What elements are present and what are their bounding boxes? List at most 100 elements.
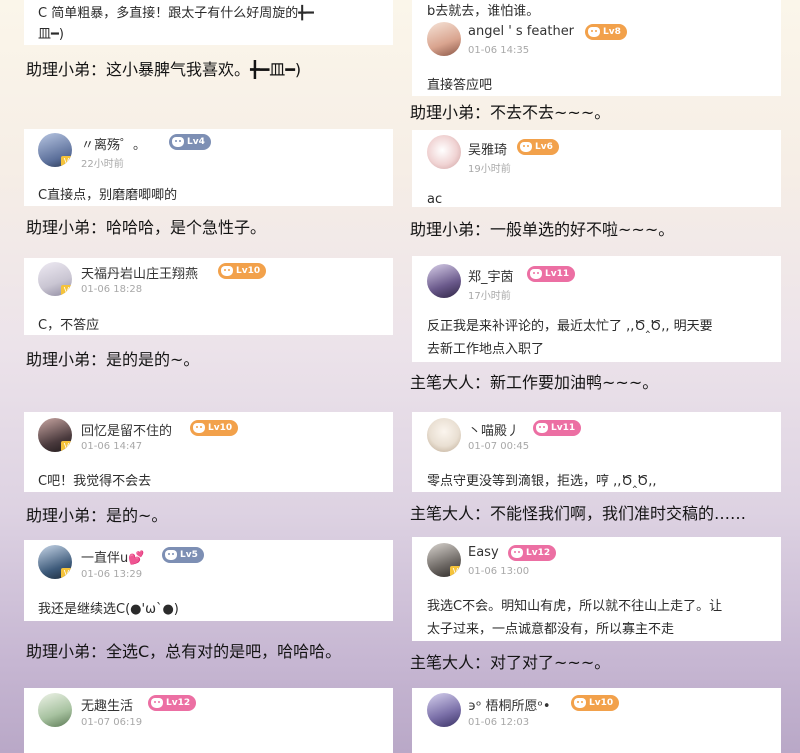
level-badge: Lv11 [533, 420, 582, 436]
avatar[interactable]: V [38, 262, 72, 296]
level-label: Lv4 [187, 137, 205, 147]
comment-card: 丶喵殿丿 Lv11 01-07 00:45 零点守更没等到滴银，拒选，哼 ,,Ծ… [412, 412, 781, 492]
comment-card-top-right: b去就去，谁怕谁。 angel ' s feather Lv8 01-06 14… [412, 0, 781, 96]
avatar[interactable]: V [38, 133, 72, 167]
verified-badge-icon: V [450, 566, 461, 577]
username[interactable]: 天福丹岩山庄王翔燕 [81, 263, 198, 282]
reply-text: 主笔大人：不能怪我们啊，我们准时交稿的…… [410, 504, 747, 523]
reply-text: 主笔大人：对了对了~~~。 [410, 653, 611, 672]
reply-text: 助理小弟：是的~。 [26, 506, 168, 525]
username[interactable]: 〃离殇゜。 [81, 134, 146, 153]
level-icon [574, 698, 586, 708]
level-badge: Lv12 [508, 545, 557, 561]
level-icon [172, 137, 184, 147]
level-badge: Lv5 [162, 547, 204, 563]
comment-time: 01-07 06:19 [81, 717, 143, 728]
username[interactable]: 一直伴u💕 [81, 547, 144, 566]
comment-card-top-left: C 简单粗暴，多直接！跟太子有什么好周旋的╋━ 皿━) [24, 0, 393, 45]
comment-card: 郑_宇茵 Lv11 17小时前 反正我是来补评论的，最近太忙了 ,,Ծ‸Ծ,, … [412, 256, 781, 362]
level-badge: Lv11 [527, 266, 576, 282]
username[interactable]: 郑_宇茵 [468, 266, 514, 285]
comment-text: 零点守更没等到滴银，拒选，哼 ,,Ծ‸Ծ,, [427, 474, 657, 489]
reply-text: 助理小弟：这小暴脾气我喜欢。╋━皿━) [26, 60, 302, 79]
level-label: Lv11 [551, 423, 576, 433]
comment-card: V 回忆是留不住的 Lv10 01-06 14:47 C吧！我觉得不会去 [24, 412, 393, 492]
username[interactable]: 无趣生活 [81, 695, 133, 714]
comment-time: 01-06 14:35 [468, 45, 530, 56]
verified-badge-icon: V [61, 441, 72, 452]
comment-text: ac [427, 192, 443, 207]
avatar[interactable] [427, 135, 461, 169]
avatar[interactable] [427, 418, 461, 452]
level-label: Lv11 [545, 269, 570, 279]
comment-text: C 简单粗暴，多直接！跟太子有什么好周旋的╋━ [38, 6, 314, 21]
comment-text: b去就去，谁怕谁。 [427, 4, 540, 19]
comment-text: C，不答应 [38, 318, 100, 333]
level-icon [588, 27, 600, 37]
comment-time: 01-06 14:47 [81, 441, 143, 452]
comment-time: 01-06 18:28 [81, 284, 143, 295]
comment-time: 01-06 13:29 [81, 569, 143, 580]
comment-text: C吧！我觉得不会去 [38, 474, 152, 489]
comment-time: 22小时前 [81, 159, 124, 170]
level-icon [520, 142, 532, 152]
level-label: Lv5 [180, 550, 198, 560]
reply-text: 助理小弟：一般单选的好不啦~~~。 [410, 220, 675, 239]
level-icon [165, 550, 177, 560]
avatar[interactable]: V [427, 543, 461, 577]
username[interactable]: Easy [468, 545, 499, 560]
comment-text: 直接答应吧 [427, 78, 493, 93]
level-label: Lv8 [603, 27, 621, 37]
reply-text: 助理小弟：不去不去~~~。 [410, 103, 611, 122]
avatar[interactable] [427, 264, 461, 298]
level-badge: Lv10 [218, 263, 267, 279]
username[interactable]: 回忆是留不住的 [81, 420, 172, 439]
level-badge: Lv4 [169, 134, 211, 150]
username[interactable]: 吴雅琦 [468, 139, 507, 158]
comment-card: 无趣生活 Lv12 01-07 06:19 [24, 688, 393, 753]
comment-card: V 〃离殇゜。 Lv4 22小时前 C直接点，别磨磨唧唧的 [24, 129, 393, 206]
reply-text: 助理小弟：哈哈哈，是个急性子。 [26, 218, 267, 237]
level-label: Lv10 [208, 423, 233, 433]
comment-text: 我还是继续选C(●'ω`●) [38, 602, 179, 617]
username[interactable]: ϶ᵒ 梧桐所愿ᵒ• [468, 695, 551, 714]
avatar[interactable] [427, 693, 461, 727]
avatar[interactable] [38, 693, 72, 727]
level-badge: Lv10 [190, 420, 239, 436]
level-label: Lv10 [236, 266, 261, 276]
comment-time: 17小时前 [468, 291, 511, 302]
comment-time: 01-06 13:00 [468, 566, 530, 577]
comment-text: 反正我是来补评论的，最近太忙了 ,,Ծ‸Ծ,, 明天要 [427, 319, 713, 334]
comment-time: 01-07 00:45 [468, 441, 530, 452]
comment-text: 皿━) [38, 27, 64, 42]
level-icon [511, 548, 523, 558]
level-badge: Lv10 [571, 695, 620, 711]
comment-text: C直接点，别磨磨唧唧的 [38, 188, 178, 203]
comment-time: 01-06 12:03 [468, 717, 530, 728]
reply-text: 助理小弟：是的是的~。 [26, 350, 200, 369]
reply-text: 助理小弟：全选C，总有对的是吧，哈哈哈。 [26, 642, 342, 661]
comment-card: V 天福丹岩山庄王翔燕 Lv10 01-06 18:28 C，不答应 [24, 258, 393, 335]
level-label: Lv12 [166, 698, 191, 708]
avatar[interactable]: V [38, 545, 72, 579]
level-icon [221, 266, 233, 276]
avatar[interactable] [427, 22, 461, 56]
username[interactable]: 丶喵殿丿 [468, 420, 520, 439]
verified-badge-icon: V [61, 156, 72, 167]
avatar[interactable]: V [38, 418, 72, 452]
reply-text: 主笔大人：新工作要加油鸭~~~。 [410, 373, 659, 392]
verified-badge-icon: V [61, 568, 72, 579]
level-icon [530, 269, 542, 279]
level-label: Lv12 [526, 548, 551, 558]
comment-card: V Easy Lv12 01-06 13:00 我选C不会。明知山有虎，所以就不… [412, 537, 781, 641]
level-icon [151, 698, 163, 708]
comment-text: 我选C不会。明知山有虎，所以就不往山上走了。让 [427, 599, 723, 614]
comment-card: V 一直伴u💕 Lv5 01-06 13:29 我还是继续选C(●'ω`●) [24, 540, 393, 621]
level-icon [536, 423, 548, 433]
comment-text: 去新工作地点入职了 [427, 342, 545, 357]
level-label: Lv10 [589, 698, 614, 708]
comment-time: 19小时前 [468, 164, 511, 175]
level-icon [193, 423, 205, 433]
username[interactable]: angel ' s feather [468, 24, 574, 39]
level-badge: Lv6 [517, 139, 559, 155]
